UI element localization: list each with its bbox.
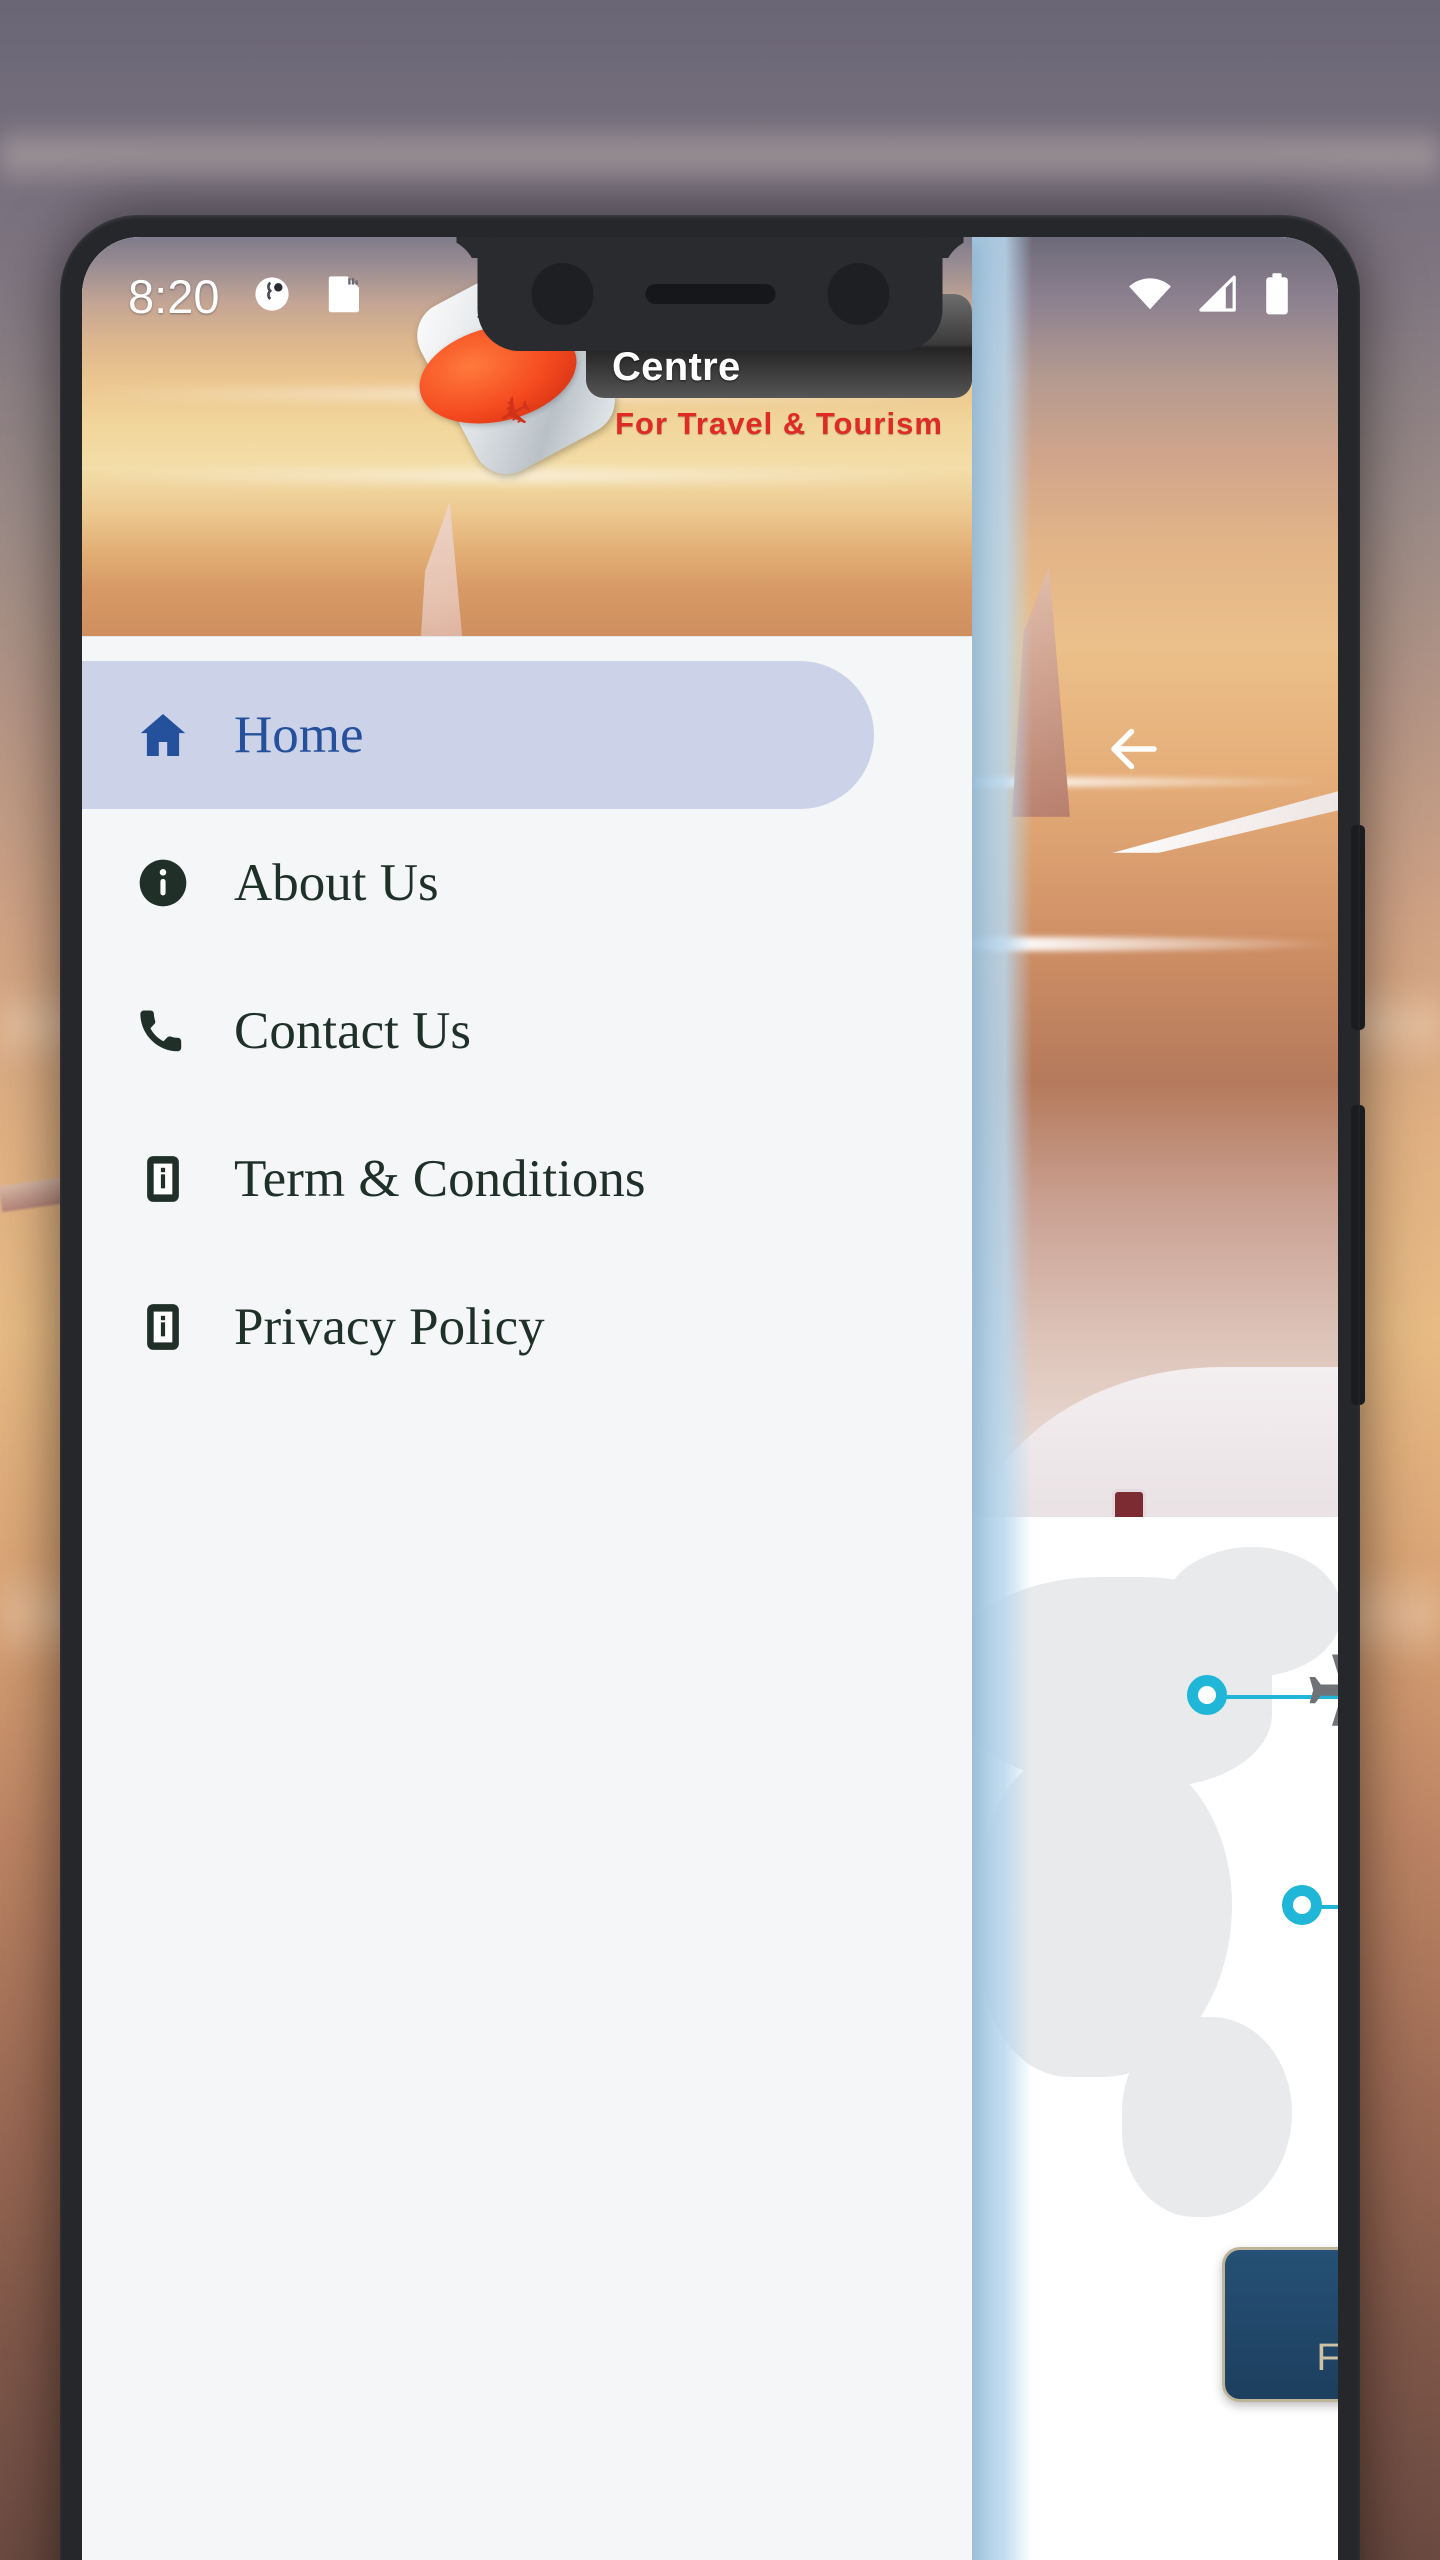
- menu-item-contact-us[interactable]: Contact Us: [82, 957, 972, 1105]
- header-aircraft-tail: [415, 502, 471, 636]
- phone-icon: [134, 1002, 192, 1060]
- volume-button[interactable]: [1351, 1105, 1365, 1405]
- menu-item-label: Home: [234, 705, 364, 764]
- info-circle-icon: [134, 854, 192, 912]
- menu-item-label: About Us: [234, 853, 439, 912]
- route-dot[interactable]: [1282, 1885, 1322, 1925]
- menu-item-label: Term & Conditions: [234, 1149, 646, 1208]
- menu-item-label: Contact Us: [234, 1001, 471, 1060]
- power-button[interactable]: [1351, 825, 1365, 1030]
- menu-item-about-us[interactable]: About Us: [82, 809, 972, 957]
- menu-item-term-conditions[interactable]: Term & Conditions: [82, 1105, 972, 1253]
- flight-card-button[interactable]: FLIGHT: [1222, 2247, 1338, 2402]
- home-icon: [134, 706, 192, 764]
- menu-item-home[interactable]: Home: [82, 661, 874, 809]
- continent-shape: [1122, 2017, 1292, 2217]
- header-aircraft-wing-right: [842, 567, 972, 636]
- route-dot[interactable]: [1187, 1675, 1227, 1715]
- document-info-icon: [134, 1150, 192, 1208]
- drawer-edge-shadow: [972, 237, 1032, 2560]
- header-cloud: [82, 469, 972, 483]
- navigation-drawer: ✈ ✈ International Centre For Travel & To…: [82, 237, 972, 2560]
- document-info-icon: [134, 1298, 192, 1356]
- earpiece-speaker: [645, 284, 775, 304]
- airplane-icon: [1292, 1647, 1338, 1742]
- phone-device-frame: FLIGHT 02 Term: [60, 215, 1365, 2560]
- flight-card-label: FLIGHT: [1316, 2336, 1338, 2379]
- front-camera-secondary-icon: [827, 263, 889, 325]
- wallpaper-cloud: [0, 120, 1440, 190]
- menu-item-privacy-policy[interactable]: Privacy Policy: [82, 1253, 972, 1401]
- menu-item-label: Privacy Policy: [234, 1297, 545, 1356]
- phone-screen: FLIGHT 02 Term: [82, 237, 1338, 2560]
- front-camera-icon: [531, 263, 593, 325]
- brand-tagline: For Travel & Tourism: [615, 406, 943, 441]
- drawer-menu-list: Home About Us Contact Us Term & Conditio…: [82, 637, 972, 2560]
- display-notch: [477, 237, 943, 351]
- back-arrow-icon[interactable]: [1102, 717, 1166, 781]
